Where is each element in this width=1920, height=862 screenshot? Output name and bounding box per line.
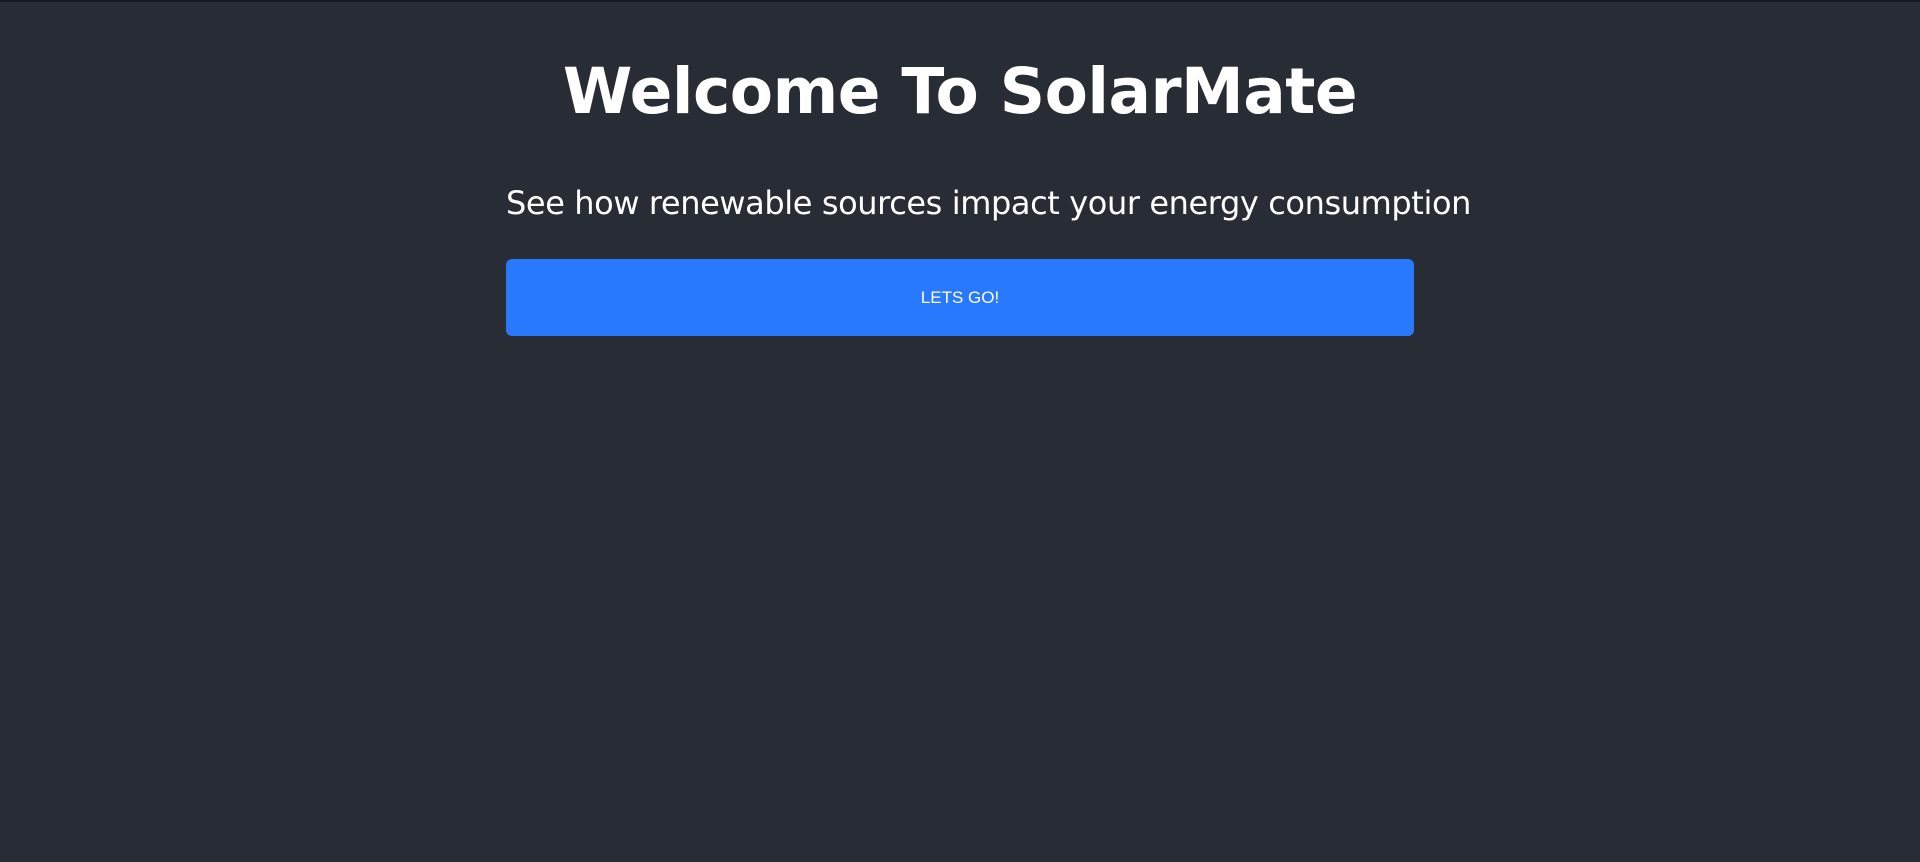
- page-subtitle: See how renewable sources impact your en…: [506, 184, 1472, 222]
- page-title: Welcome To SolarMate: [562, 55, 1358, 128]
- welcome-hero: Welcome To SolarMate See how renewable s…: [506, 0, 1472, 336]
- lets-go-button[interactable]: LETS GO!: [506, 259, 1414, 336]
